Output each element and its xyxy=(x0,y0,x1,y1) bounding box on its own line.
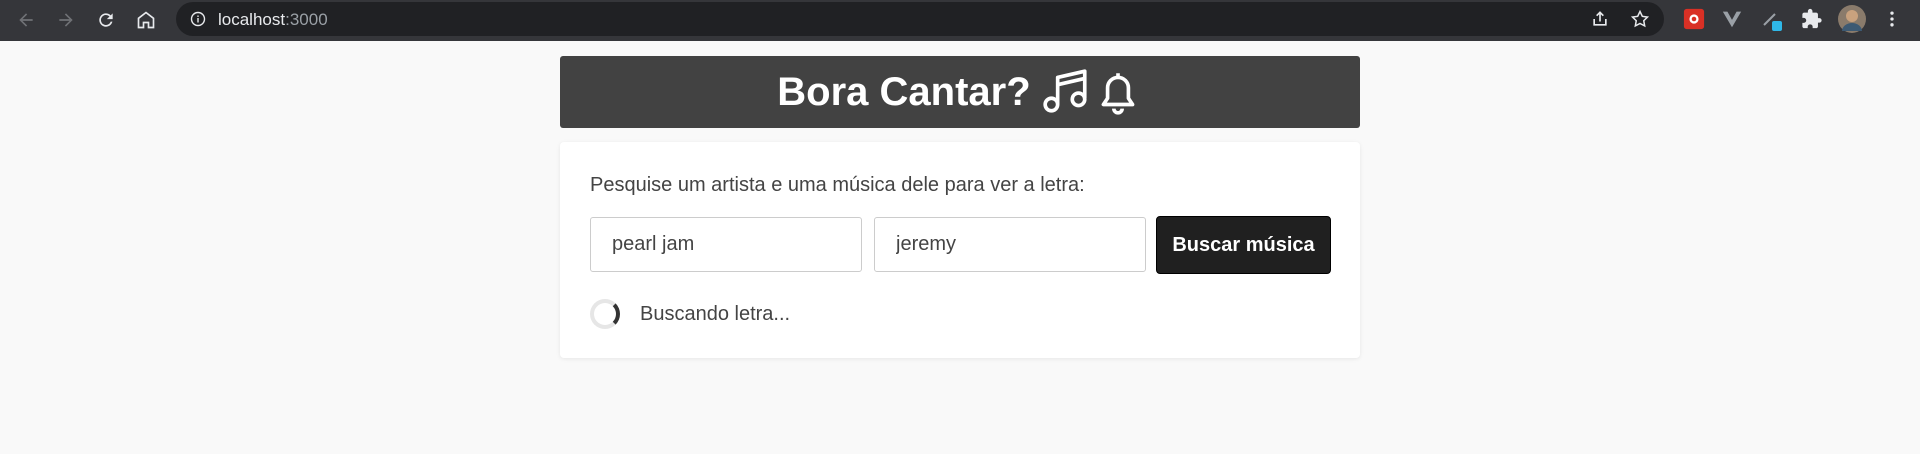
reload-icon[interactable] xyxy=(90,4,122,36)
avatar[interactable] xyxy=(1838,5,1866,33)
url-port: :3000 xyxy=(285,10,328,29)
app-header: Bora Cantar? xyxy=(560,56,1360,128)
loading-text: Buscando letra... xyxy=(640,303,791,325)
back-icon[interactable] xyxy=(10,4,42,36)
home-icon[interactable] xyxy=(130,4,162,36)
app-title: Bora Cantar? xyxy=(777,69,1031,114)
url-text: localhost:3000 xyxy=(218,10,328,30)
extension-red-icon[interactable] xyxy=(1682,7,1706,31)
search-prompt: Pesquise um artista e uma música dele pa… xyxy=(590,174,1085,196)
bell-icon xyxy=(1101,73,1135,115)
search-card: Pesquise um artista e uma música dele pa… xyxy=(560,142,1360,358)
address-bar[interactable]: localhost:3000 xyxy=(176,2,1664,36)
menu-icon[interactable] xyxy=(1880,7,1904,31)
song-input[interactable] xyxy=(874,217,1146,272)
vue-devtools-icon[interactable] xyxy=(1720,7,1744,31)
browser-toolbar: localhost:3000 xyxy=(0,0,1920,41)
extensions-puzzle-icon[interactable] xyxy=(1800,7,1824,31)
info-icon[interactable] xyxy=(190,11,206,27)
url-host: localhost xyxy=(218,10,286,29)
loading-spinner-icon xyxy=(590,299,620,329)
search-button[interactable]: Buscar música xyxy=(1156,216,1331,274)
share-icon[interactable] xyxy=(1590,9,1610,29)
header-icons xyxy=(1041,67,1143,117)
music-note-icon xyxy=(1043,69,1087,113)
artist-input[interactable] xyxy=(590,217,862,272)
extension-pen-icon[interactable] xyxy=(1760,7,1784,31)
forward-icon[interactable] xyxy=(50,4,82,36)
star-icon[interactable] xyxy=(1630,9,1650,29)
